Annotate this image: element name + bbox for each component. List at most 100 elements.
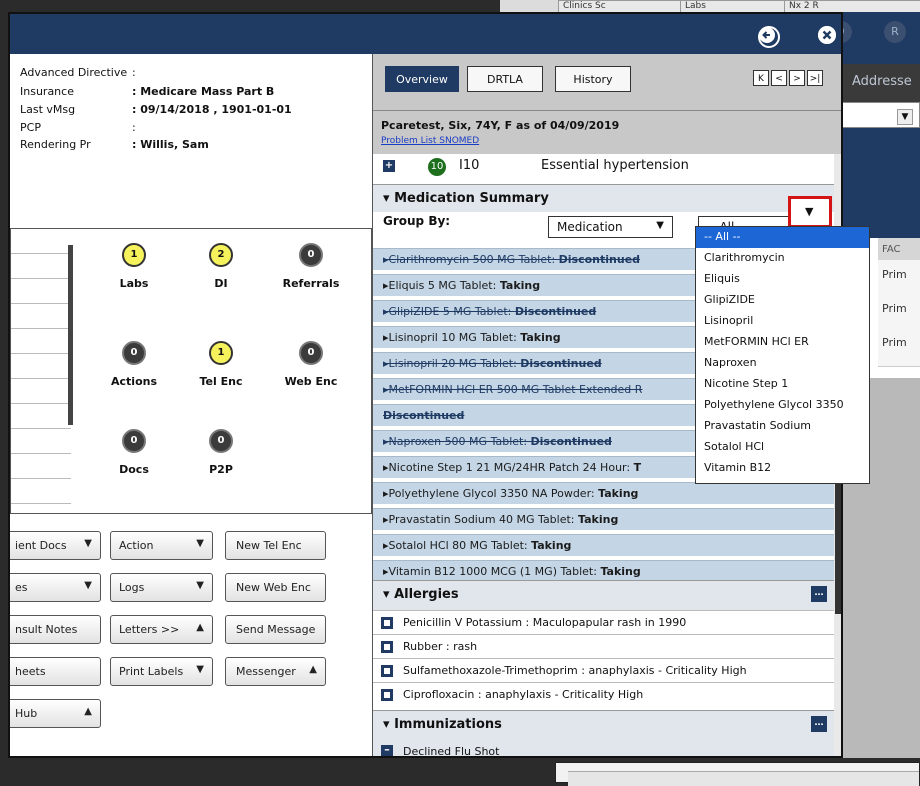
- medication-summary-header[interactable]: ▾ Medication Summary: [373, 184, 835, 212]
- select-value: Medication: [557, 220, 623, 234]
- count-badge: 1: [209, 341, 233, 365]
- immunizations-header[interactable]: ▾ Immunizations…: [373, 710, 835, 740]
- info-row-rendering-provider: Rendering Pr: Willis, Sam: [20, 138, 209, 151]
- allergy-row[interactable]: Penicillin V Potassium : Maculopapular r…: [373, 610, 835, 634]
- button-label: ient Docs: [15, 539, 67, 552]
- dropdown-option[interactable]: Clarithromycin: [696, 248, 869, 269]
- allergy-icon: [381, 665, 393, 677]
- tile-referrals[interactable]: 0 Referrals: [271, 243, 351, 290]
- send-message-button[interactable]: Send Message: [225, 615, 326, 644]
- medication-row[interactable]: ▸Sotalol HCl 80 MG Tablet: Taking: [373, 534, 835, 556]
- medication-name: Polyethylene Glycol 3350 NA Powder:: [388, 487, 599, 500]
- background-strip: [838, 52, 920, 64]
- sheets-button[interactable]: heets: [10, 657, 101, 686]
- tile-di[interactable]: 2 DI: [181, 243, 261, 290]
- new-web-enc-button[interactable]: New Web Enc: [225, 573, 326, 602]
- messenger-button[interactable]: Messenger ▲: [225, 657, 326, 686]
- medication-name: Pravastatin Sodium 40 MG Tablet:: [388, 513, 579, 526]
- chevron-down-icon: ▼: [196, 580, 204, 591]
- medication-name: MetFORMIN HCl ER 500 MG Tablet Extended …: [388, 383, 643, 396]
- tab-drtla[interactable]: DRTLA: [467, 66, 543, 92]
- highlighted-dropdown-toggle[interactable]: ▼: [788, 196, 832, 228]
- problem-list-link[interactable]: Problem List SNOMED: [381, 136, 479, 146]
- previous-page-button[interactable]: <: [771, 70, 787, 86]
- dropdown-option[interactable]: MetFORMIN HCl ER: [696, 332, 869, 353]
- table-cell[interactable]: Prim: [878, 328, 920, 367]
- new-tel-enc-button[interactable]: New Tel Enc: [225, 531, 326, 560]
- dropdown-option[interactable]: Nicotine Step 1: [696, 374, 869, 395]
- plus-icon[interactable]: +: [383, 160, 395, 172]
- tile-tel-enc[interactable]: 1 Tel Enc: [181, 341, 261, 388]
- medication-row[interactable]: ▸Pravastatin Sodium 40 MG Tablet: Taking: [373, 508, 835, 530]
- dropdown-option[interactable]: Vitamin B12: [696, 458, 869, 479]
- allergy-text: Ciprofloxacin : anaphylaxis - Criticalit…: [403, 688, 644, 701]
- medication-status: Discontinued: [558, 253, 641, 266]
- dropdown-option[interactable]: Polyethylene Glycol 3350: [696, 395, 869, 416]
- medication-row[interactable]: ▸Polyethylene Glycol 3350 NA Powder: Tak…: [373, 482, 835, 504]
- dropdown-option[interactable]: Lisinopril: [696, 311, 869, 332]
- dropdown-option[interactable]: Sotalol HCl: [696, 437, 869, 458]
- more-icon[interactable]: …: [811, 586, 827, 602]
- allergy-row[interactable]: Rubber : rash: [373, 634, 835, 658]
- tile-docs[interactable]: 0 Docs: [94, 429, 174, 476]
- action-button[interactable]: Action ▼: [110, 531, 213, 560]
- allergy-row[interactable]: Sulfamethoxazole-Trimethoprim : anaphyla…: [373, 658, 835, 682]
- print-labels-button[interactable]: Print Labels ▼: [110, 657, 213, 686]
- count-badge: 0: [122, 429, 146, 453]
- logs-button[interactable]: Logs ▼: [110, 573, 213, 602]
- info-row-last-vmsg: Last vMsg: 09/14/2018 , 1901-01-01: [20, 103, 292, 116]
- allergies-header[interactable]: ▾ Allergies…: [373, 580, 835, 610]
- tile-actions[interactable]: 0 Actions: [94, 341, 174, 388]
- tile-web-enc[interactable]: 0 Web Enc: [271, 341, 351, 388]
- dropdown-option[interactable]: Pravastatin Sodium: [696, 416, 869, 437]
- chevron-down-icon: ▼: [805, 205, 814, 218]
- medication-status: T: [633, 461, 642, 474]
- button-label: Hub: [15, 707, 38, 720]
- patient-line: Pcaretest, Six, 74Y, F as of 04/09/2019: [381, 119, 620, 132]
- dropdown-option[interactable]: -- All --: [696, 227, 869, 248]
- back-icon[interactable]: [758, 26, 780, 48]
- tile-p2p[interactable]: 0 P2P: [181, 429, 261, 476]
- patient-docs-button[interactable]: ient Docs ▼: [10, 531, 101, 560]
- last-page-button[interactable]: >|: [807, 70, 823, 86]
- more-icon[interactable]: …: [811, 716, 827, 732]
- allergy-row[interactable]: Ciprofloxacin : anaphylaxis - Criticalit…: [373, 682, 835, 706]
- dropdown-option[interactable]: Naproxen: [696, 353, 869, 374]
- consult-notes-button[interactable]: nsult Notes: [10, 615, 101, 644]
- tab-overview[interactable]: Overview: [385, 66, 459, 92]
- es-button[interactable]: es ▼: [10, 573, 101, 602]
- medication-name: Naproxen 500 MG Tablet:: [388, 435, 531, 448]
- tile-labs[interactable]: 1 Labs: [94, 243, 174, 290]
- count-badge: 0: [299, 341, 323, 365]
- info-value: : 09/14/2018 , 1901-01-01: [132, 103, 292, 116]
- button-label: Print Labels: [119, 665, 184, 678]
- chevron-up-icon: ▲: [196, 622, 204, 633]
- collapse-icon: ▾: [383, 717, 395, 732]
- background-footer: [0, 758, 555, 783]
- tab-history[interactable]: History: [555, 66, 631, 92]
- medication-row[interactable]: ▸Vitamin B12 1000 MCG (1 MG) Tablet: Tak…: [373, 560, 835, 582]
- tile-label: Referrals: [282, 277, 340, 290]
- immunization-row[interactable]: – Declined Flu Shot: [373, 740, 835, 756]
- next-page-button[interactable]: >: [789, 70, 805, 86]
- dropdown-option[interactable]: Eliquis: [696, 269, 869, 290]
- first-page-button[interactable]: K: [753, 70, 769, 86]
- close-icon[interactable]: [818, 26, 836, 44]
- info-label: Insurance: [20, 85, 74, 98]
- medication-name: Nicotine Step 1 21 MG/24HR Patch 24 Hour…: [388, 461, 634, 474]
- chevron-down-icon: ▼: [656, 220, 664, 231]
- problem-row[interactable]: + 10 I10 Essential hypertension: [373, 154, 835, 180]
- count-badge: 1: [122, 243, 146, 267]
- tile-label: Actions: [111, 375, 157, 388]
- info-row-pcp: PCP:: [20, 121, 136, 134]
- medication-status: Taking: [531, 539, 572, 552]
- minus-icon[interactable]: –: [381, 744, 393, 756]
- tile-label: Docs: [119, 463, 149, 476]
- problem-count-badge: 10: [428, 158, 446, 176]
- letters-button[interactable]: Letters >> ▲: [110, 615, 213, 644]
- dropdown-option[interactable]: GlipiZIDE: [696, 290, 869, 311]
- scrollbar[interactable]: [68, 245, 73, 425]
- group-by-select[interactable]: Medication ▼: [548, 216, 673, 238]
- hub-button[interactable]: Hub ▲: [10, 699, 101, 728]
- background-select[interactable]: ▼: [838, 102, 920, 128]
